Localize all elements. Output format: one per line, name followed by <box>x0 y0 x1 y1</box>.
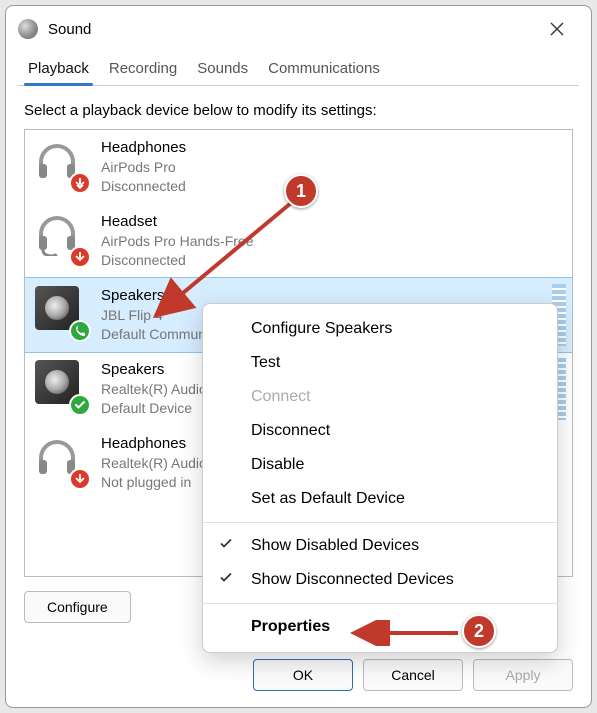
device-icon <box>35 360 87 412</box>
device-labels: Headphones Realtek(R) Audio Not plugged … <box>101 434 207 492</box>
device-name: Headphones <box>101 434 207 454</box>
menu-label: Show Disconnected Devices <box>251 571 454 588</box>
device-labels: Headset AirPods Pro Hands-Free Disconnec… <box>101 212 254 270</box>
menu-show-disconnected[interactable]: Show Disconnected Devices <box>203 563 557 597</box>
device-icon <box>35 212 87 264</box>
device-status: Disconnected <box>101 177 186 196</box>
sound-icon <box>18 19 38 39</box>
ok-button[interactable]: OK <box>253 659 353 691</box>
device-icon <box>35 286 87 338</box>
configure-button[interactable]: Configure <box>24 591 131 623</box>
device-desc: Realtek(R) Audio <box>101 380 207 399</box>
close-button[interactable] <box>535 14 579 44</box>
device-desc: AirPods Pro <box>101 158 186 177</box>
device-name: Headphones <box>101 138 186 158</box>
status-disconnected-icon <box>69 468 91 490</box>
status-disconnected-icon <box>69 172 91 194</box>
menu-connect: Connect <box>203 380 557 414</box>
checkmark-icon <box>219 537 233 556</box>
status-check-icon <box>69 394 91 416</box>
device-labels: Headphones AirPods Pro Disconnected <box>101 138 186 196</box>
menu-configure-speakers[interactable]: Configure Speakers <box>203 312 557 346</box>
device-icon <box>35 138 87 190</box>
checkmark-icon <box>219 571 233 590</box>
menu-properties[interactable]: Properties <box>203 610 557 644</box>
close-icon <box>550 22 564 36</box>
tab-playback[interactable]: Playback <box>18 54 99 85</box>
menu-disconnect[interactable]: Disconnect <box>203 414 557 448</box>
device-row[interactable]: Headset AirPods Pro Hands-Free Disconnec… <box>25 204 572 278</box>
instruction-text: Select a playback device below to modify… <box>24 102 573 119</box>
device-labels: Speakers Realtek(R) Audio Default Device <box>101 360 207 418</box>
device-desc: Realtek(R) Audio <box>101 454 207 473</box>
menu-disable[interactable]: Disable <box>203 448 557 482</box>
device-status: Default Device <box>101 399 207 418</box>
menu-separator <box>203 522 557 523</box>
menu-show-disabled[interactable]: Show Disabled Devices <box>203 529 557 563</box>
status-phone-icon <box>69 320 91 342</box>
device-name: Headset <box>101 212 254 232</box>
apply-button[interactable]: Apply <box>473 659 573 691</box>
status-disconnected-icon <box>69 246 91 268</box>
title-bar: Sound <box>6 6 591 48</box>
device-status: Disconnected <box>101 251 254 270</box>
menu-label: Show Disabled Devices <box>251 537 419 554</box>
cancel-button[interactable]: Cancel <box>363 659 463 691</box>
tab-communications[interactable]: Communications <box>258 54 390 85</box>
menu-test[interactable]: Test <box>203 346 557 380</box>
device-name: Speakers <box>101 360 207 380</box>
annotation-badge-2: 2 <box>462 614 496 648</box>
window-title: Sound <box>48 21 91 38</box>
device-desc: AirPods Pro Hands-Free <box>101 232 254 251</box>
menu-separator <box>203 603 557 604</box>
context-menu: Configure Speakers Test Connect Disconne… <box>202 303 558 653</box>
tab-recording[interactable]: Recording <box>99 54 187 85</box>
annotation-badge-1: 1 <box>284 174 318 208</box>
sound-dialog: Sound Playback Recording Sounds Communic… <box>5 5 592 708</box>
tab-sounds[interactable]: Sounds <box>187 54 258 85</box>
device-status: Not plugged in <box>101 473 207 492</box>
tab-strip: Playback Recording Sounds Communications <box>18 54 579 86</box>
dialog-buttons: OK Cancel Apply <box>6 659 591 691</box>
menu-set-default[interactable]: Set as Default Device <box>203 482 557 516</box>
device-icon <box>35 434 87 486</box>
